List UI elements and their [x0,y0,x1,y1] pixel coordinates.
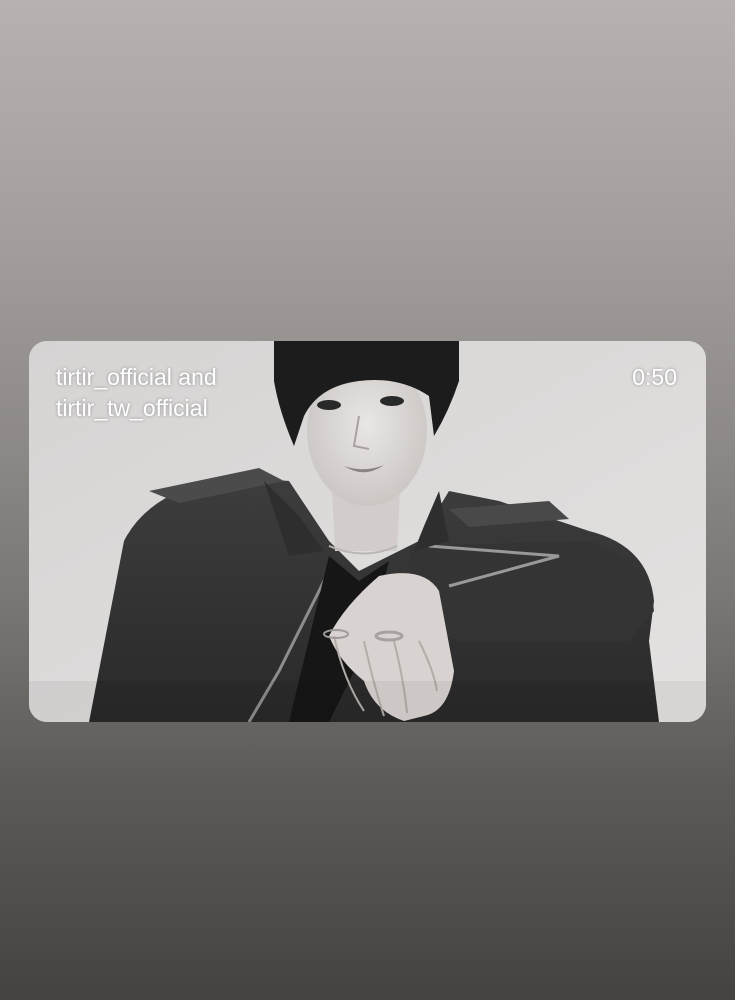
story-video-card[interactable]: tirtir_official and tirtir_tw_official 0… [29,341,706,722]
accounts-line-2[interactable]: tirtir_tw_official [56,393,217,424]
accounts-line-1[interactable]: tirtir_official and [56,362,217,393]
video-duration: 0:50 [632,364,677,390]
story-accounts-label[interactable]: tirtir_official and tirtir_tw_official [56,362,217,424]
